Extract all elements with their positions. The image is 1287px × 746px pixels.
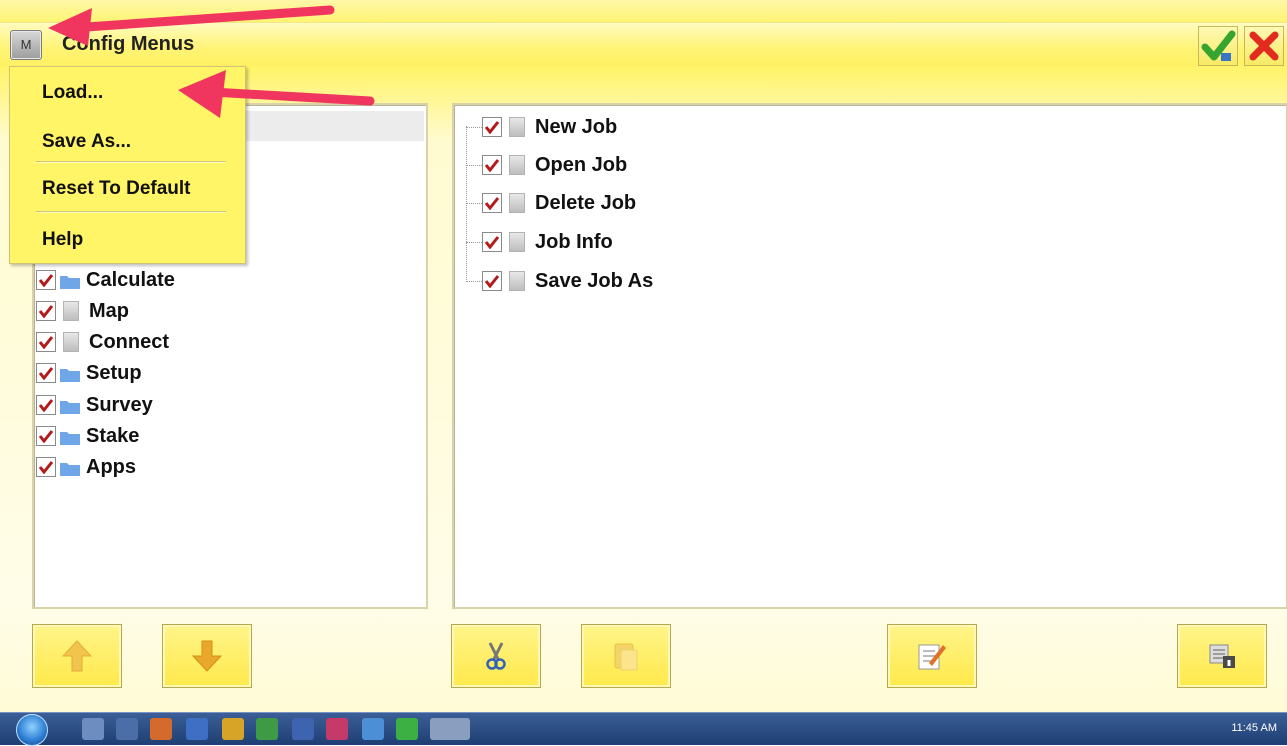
app-icon[interactable] — [326, 718, 348, 740]
excel-icon[interactable] — [256, 718, 278, 740]
annotation-arrows — [48, 5, 375, 118]
outlook-icon[interactable] — [150, 718, 172, 740]
ie-icon[interactable] — [186, 718, 208, 740]
windows-taskbar: 11:45 AM — [0, 712, 1287, 746]
application-window: M Config Menus Calculate Map Connect Set… — [0, 0, 1287, 712]
clock[interactable]: 11:45 AM — [1231, 722, 1277, 734]
start-button[interactable] — [16, 714, 48, 746]
running-app-icon[interactable] — [430, 718, 470, 740]
chrome-icon[interactable] — [222, 718, 244, 740]
word-icon[interactable] — [292, 718, 314, 740]
app-icon[interactable] — [362, 718, 384, 740]
explorer-icon[interactable] — [82, 718, 104, 740]
app-icon[interactable] — [396, 718, 418, 740]
settings-icon[interactable] — [116, 718, 138, 740]
